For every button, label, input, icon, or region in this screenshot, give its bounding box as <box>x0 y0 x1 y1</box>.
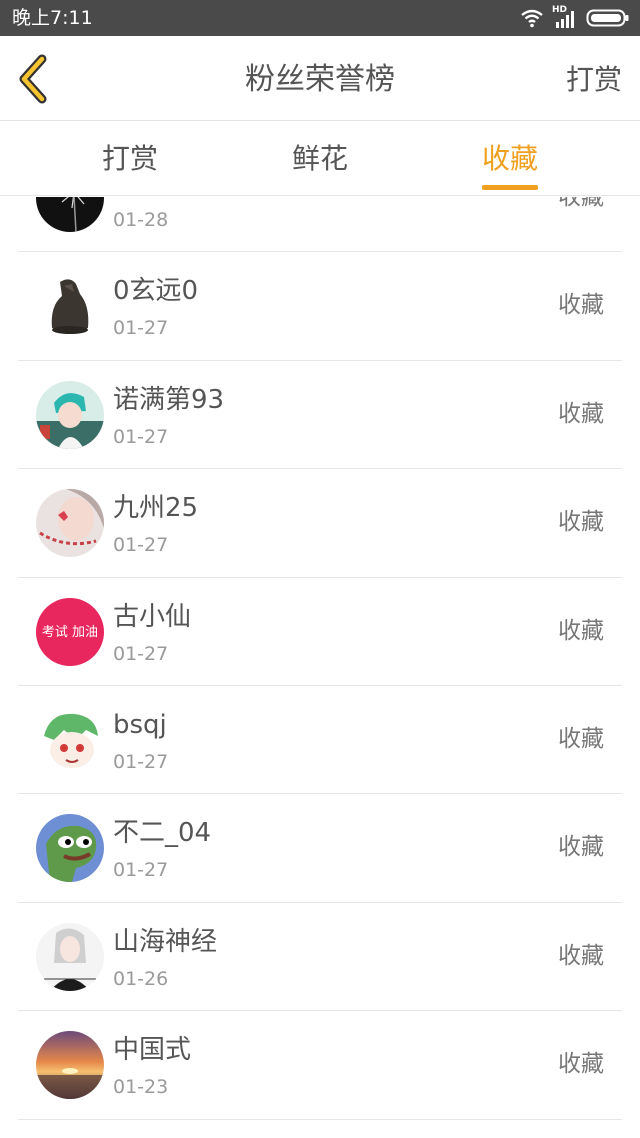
user-name: a51888 <box>113 197 212 200</box>
active-tab-indicator <box>482 185 538 190</box>
avatar-caption: 考试 加油 <box>42 625 98 640</box>
battery-icon <box>586 9 629 27</box>
avatar <box>36 380 104 449</box>
user-name: 0玄远0 <box>113 276 199 307</box>
signal-icon <box>556 11 574 28</box>
status-icons: HD <box>520 5 630 29</box>
user-name: 中国式 <box>113 1035 192 1066</box>
item-date: 01-23 <box>113 1076 169 1099</box>
item-action: 收藏 <box>558 942 604 969</box>
user-name: 九州25 <box>113 493 199 524</box>
page-title: 粉丝荣誉榜 <box>245 62 395 97</box>
reward-button[interactable]: 打赏 <box>566 62 622 98</box>
item-action: 收藏 <box>558 1051 604 1078</box>
avatar: 考试 加油 <box>36 597 104 666</box>
user-name: 古小仙 <box>113 601 192 632</box>
tab-flowers[interactable]: 鲜花 <box>280 121 360 196</box>
list-item[interactable]: 中国式 01-23 收藏 <box>0 1011 640 1120</box>
avatar <box>36 272 104 341</box>
avatar <box>36 814 104 883</box>
avatar <box>36 1031 104 1100</box>
status-time: 晚上7:11 <box>12 7 93 29</box>
avatar <box>36 705 104 774</box>
item-action: 收藏 <box>558 834 604 861</box>
item-action: 收藏 <box>558 509 604 536</box>
avatar <box>36 489 104 558</box>
list-item[interactable]: bsqj 01-27 收藏 <box>0 686 640 795</box>
item-action: 收藏 <box>558 292 604 319</box>
list-item[interactable]: 0玄远0 01-27 收藏 <box>0 252 640 362</box>
avatar <box>36 197 104 232</box>
user-name: 诺满第93 <box>113 384 225 415</box>
item-date: 01-26 <box>113 967 169 990</box>
avatar <box>36 922 104 991</box>
user-name: bsqj <box>113 709 167 740</box>
list-item[interactable]: 山海神经 01-26 收藏 <box>0 903 640 1012</box>
item-action: 收藏 <box>558 725 604 752</box>
item-date: 01-27 <box>113 425 169 448</box>
title-bar: 粉丝荣誉榜 打赏 <box>0 36 640 121</box>
wifi-icon <box>521 9 543 28</box>
list-item[interactable]: 不二_04 01-27 收藏 <box>0 794 640 904</box>
list-item[interactable]: 考试 加油 古小仙 01-27 收藏 <box>0 578 640 687</box>
list-item[interactable]: a51888 01-28 收藏 <box>0 197 640 253</box>
signal-indicator: HD <box>552 5 578 29</box>
item-action: 收藏 <box>558 197 604 210</box>
user-name: 山海神经 <box>113 926 218 957</box>
item-date: 01-27 <box>113 534 169 557</box>
list-item[interactable]: 诺满第93 01-27 收藏 <box>0 361 640 470</box>
item-date: 01-27 <box>113 750 169 773</box>
favorites-list[interactable]: a51888 01-28 收藏 0玄远0 01-27 收藏 <box>0 197 640 1138</box>
status-bar: 晚上7:11 HD <box>0 0 640 36</box>
user-name: 不二_04 <box>113 818 212 849</box>
item-action: 收藏 <box>558 617 604 644</box>
tab-reward[interactable]: 打赏 <box>90 121 170 196</box>
item-date: 01-27 <box>113 642 169 665</box>
tab-bar: 打赏 鲜花 收藏 <box>0 121 640 196</box>
item-date: 01-28 <box>113 209 169 231</box>
item-date: 01-27 <box>113 317 169 340</box>
item-action: 收藏 <box>558 400 604 427</box>
list-item[interactable]: 九州25 01-27 收藏 <box>0 469 640 578</box>
item-date: 01-27 <box>113 859 169 882</box>
